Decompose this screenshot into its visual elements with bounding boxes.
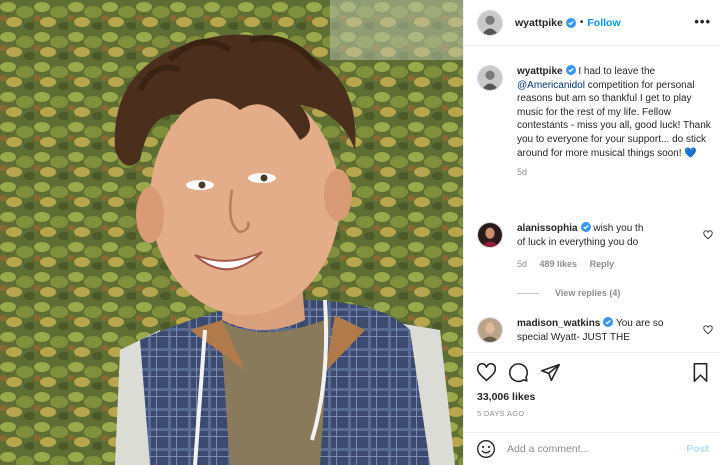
avatar[interactable] xyxy=(477,222,503,248)
comment-text-line1: You are so xyxy=(613,318,664,329)
more-options-icon[interactable]: ••• xyxy=(694,14,711,29)
post-timestamp[interactable]: 5 DAYS AGO xyxy=(477,409,524,418)
verified-badge-icon xyxy=(580,222,591,232)
comment-text-line1: wish you th xyxy=(590,223,644,234)
comment-text-line2: of luck in everything you do xyxy=(517,236,639,248)
comment-input[interactable] xyxy=(507,443,682,455)
post-side-panel: wyattpike • Follow ••• wyattpike I had t… xyxy=(463,0,720,465)
post-actions: 33,006 likes 5 DAYS AGO xyxy=(464,352,720,432)
caption-mention-link[interactable]: @Americanidol xyxy=(517,80,585,91)
add-comment-bar: Post xyxy=(464,432,720,465)
share-icon[interactable] xyxy=(540,362,561,383)
bookmark-icon[interactable] xyxy=(690,362,711,383)
comment-like-heart-icon[interactable] xyxy=(703,325,713,335)
comment-like-heart-icon[interactable] xyxy=(703,230,713,240)
caption: wyattpike I had to leave the @Americanid… xyxy=(477,65,713,177)
follow-button[interactable]: Follow xyxy=(587,17,620,29)
comment-text-line2: special Wyatt- JUST THE xyxy=(517,331,630,343)
post-photo[interactable] xyxy=(0,0,463,465)
caption-text: wyattpike I had to leave the @Americanid… xyxy=(517,65,713,160)
emoji-icon[interactable] xyxy=(476,439,496,459)
comments-section[interactable]: wyattpike I had to leave the @Americanid… xyxy=(464,47,720,352)
comment-username[interactable]: alanissophia xyxy=(517,223,578,234)
likes-count[interactable]: 33,006 likes xyxy=(477,391,535,403)
comment-likes[interactable]: 489 likes xyxy=(540,259,578,269)
avatar[interactable] xyxy=(477,317,503,343)
verified-badge-icon xyxy=(565,65,576,75)
comment-text: alanissophia wish you th of luck in ever… xyxy=(517,222,713,249)
post-comment-button[interactable]: Post xyxy=(686,443,709,455)
caption-text-after: competition for personal reasons but am … xyxy=(517,79,711,159)
comment-text: madison_watkins You are so special Wyatt… xyxy=(517,317,713,344)
verified-badge-icon xyxy=(565,17,576,28)
divider-line xyxy=(517,292,539,294)
comment-age: 5d xyxy=(517,259,528,270)
avatar[interactable] xyxy=(477,65,503,91)
caption-meta: 5d xyxy=(517,167,713,177)
action-icons xyxy=(476,362,561,383)
reply-button[interactable]: Reply xyxy=(590,259,615,269)
caption-text-before: I had to leave the xyxy=(575,66,656,77)
caption-age: 5d xyxy=(517,167,528,178)
view-replies-button[interactable]: View replies (4) xyxy=(517,288,620,298)
post-photo-image xyxy=(0,0,463,465)
blue-heart-emoji: 💙 xyxy=(684,147,697,159)
avatar[interactable] xyxy=(477,9,503,36)
author-username[interactable]: wyattpike xyxy=(515,17,563,29)
comment-username[interactable]: madison_watkins xyxy=(517,318,600,329)
separator-dot: • xyxy=(579,17,584,28)
post-header: wyattpike • Follow ••• xyxy=(464,0,720,46)
comment-icon[interactable] xyxy=(508,362,529,383)
verified-badge-icon xyxy=(603,317,614,327)
comment-item: alanissophia wish you th of luck in ever… xyxy=(477,222,713,269)
comment-meta: 5d 489 likes Reply xyxy=(517,259,713,269)
caption-username[interactable]: wyattpike xyxy=(517,66,563,77)
view-replies-label: View replies (4) xyxy=(555,288,621,298)
heart-icon[interactable] xyxy=(476,362,497,383)
comment-item: madison_watkins You are so special Wyatt… xyxy=(477,317,713,344)
